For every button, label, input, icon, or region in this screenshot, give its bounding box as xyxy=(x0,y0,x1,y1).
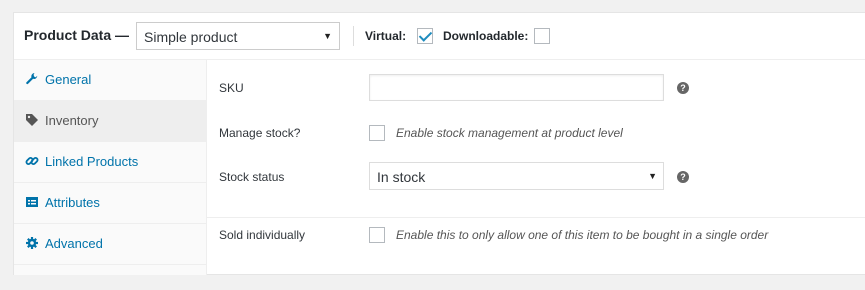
tab-label: General xyxy=(45,72,92,87)
section-divider xyxy=(207,217,865,218)
downloadable-checkbox[interactable] xyxy=(534,28,550,44)
product-data-tabs: General Inventory Linked Products Attrib… xyxy=(14,60,207,275)
sold-individually-label: Sold individually xyxy=(219,228,306,242)
link-icon xyxy=(25,157,39,165)
tab-general[interactable]: General xyxy=(14,60,206,101)
inventory-panel: SKU ? Manage stock? Enable stock managem… xyxy=(207,60,865,275)
tab-attributes[interactable]: Attributes xyxy=(14,183,206,224)
sold-individually-description: Enable this to only allow one of this it… xyxy=(396,228,769,242)
wrench-icon xyxy=(26,73,38,85)
manage-stock-description: Enable stock management at product level xyxy=(396,126,623,140)
tab-label: Inventory xyxy=(45,113,99,128)
dropdown-arrow-icon: ▼ xyxy=(648,171,657,181)
downloadable-label: Downloadable: xyxy=(443,29,529,43)
product-type-value: Simple product xyxy=(144,29,238,45)
product-data-title: Product Data — xyxy=(24,27,130,43)
product-data-panel: Product Data — Simple product ▼ Virtual:… xyxy=(13,12,865,275)
tab-linked-products[interactable]: Linked Products xyxy=(14,142,206,183)
sku-label: SKU xyxy=(219,81,244,95)
sold-individually-checkbox[interactable] xyxy=(369,227,385,243)
stock-status-value: In stock xyxy=(377,169,426,185)
help-icon[interactable]: ? xyxy=(677,82,689,94)
help-icon[interactable]: ? xyxy=(677,171,689,183)
stock-status-select[interactable]: In stock ▼ xyxy=(369,162,664,190)
product-data-header: Product Data — Simple product ▼ Virtual:… xyxy=(14,13,865,60)
tab-label: Attributes xyxy=(45,195,100,210)
virtual-label: Virtual: xyxy=(365,29,407,43)
stock-status-label: Stock status xyxy=(219,170,285,184)
virtual-checkbox[interactable] xyxy=(417,28,433,44)
tab-inventory[interactable]: Inventory xyxy=(14,101,206,142)
sku-input[interactable] xyxy=(369,74,664,101)
tab-advanced[interactable]: Advanced xyxy=(14,224,206,265)
table-icon xyxy=(26,197,38,207)
product-type-select[interactable]: Simple product ▼ xyxy=(136,22,340,50)
tab-label: Advanced xyxy=(45,236,103,251)
dropdown-arrow-icon: ▼ xyxy=(323,31,332,41)
manage-stock-label: Manage stock? xyxy=(219,126,301,140)
tag-icon xyxy=(26,114,38,126)
manage-stock-checkbox[interactable] xyxy=(369,125,385,141)
gear-icon xyxy=(26,237,38,249)
header-separator xyxy=(353,26,354,46)
tab-label: Linked Products xyxy=(45,154,139,169)
